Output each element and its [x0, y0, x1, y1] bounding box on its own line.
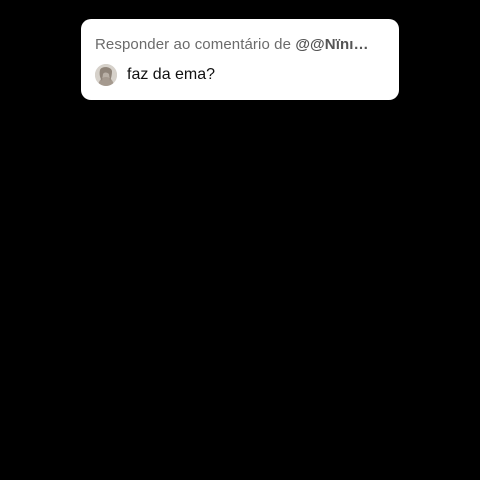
user-avatar-icon[interactable]: [95, 64, 117, 86]
reply-header: Responder ao comentário de @@Nïnı…: [95, 36, 385, 54]
comment-row: faz da ema?: [95, 64, 385, 86]
reply-header-handle[interactable]: @@Nïnı…: [295, 36, 368, 53]
reply-header-prefix: Responder ao comentário de: [95, 36, 296, 53]
reply-comment-sticker[interactable]: Responder ao comentário de @@Nïnı… faz d…: [81, 19, 399, 100]
comment-text: faz da ema?: [127, 66, 216, 83]
video-screen: Responder ao comentário de @@Nïnı… faz d…: [0, 0, 480, 480]
